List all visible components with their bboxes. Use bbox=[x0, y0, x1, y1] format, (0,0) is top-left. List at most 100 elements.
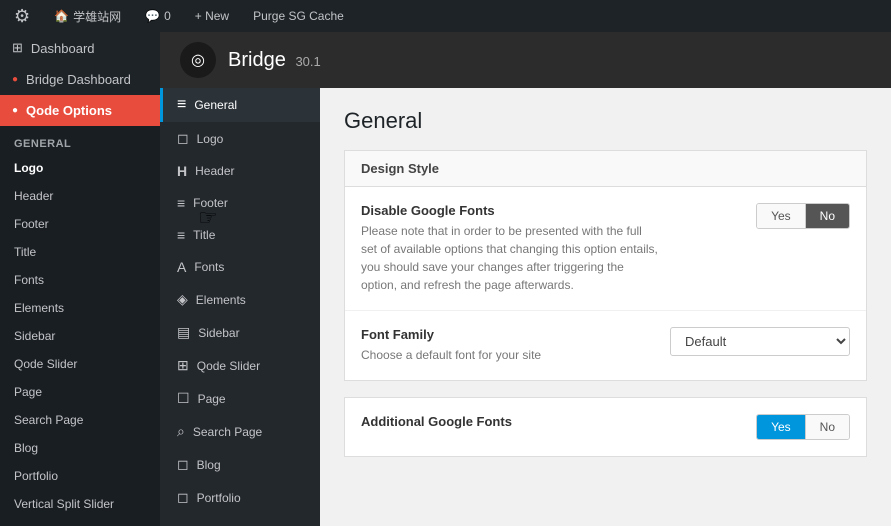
sub-nav-page[interactable]: Page bbox=[0, 378, 160, 406]
search-page-label: Search Page bbox=[14, 413, 83, 427]
bridge-header: ◎ Bridge 30.1 bbox=[160, 32, 891, 88]
disable-google-fonts-info: Disable Google Fonts Please note that in… bbox=[361, 203, 736, 294]
new-item[interactable]: + New bbox=[189, 0, 235, 32]
qode-nav-fonts[interactable]: A Fonts bbox=[160, 251, 320, 283]
site-name-label: 学雄站网 bbox=[73, 8, 121, 25]
font-family-row: Font Family Choose a default font for yo… bbox=[345, 311, 866, 380]
dashboard-label: Dashboard bbox=[31, 41, 95, 56]
additional-google-fonts-yes[interactable]: Yes bbox=[757, 415, 805, 439]
fonts-nav-icon: A bbox=[177, 259, 186, 275]
portfolio-nav-label: Portfolio bbox=[197, 491, 241, 505]
search-page-nav-label: Search Page bbox=[193, 425, 262, 439]
sub-nav-social[interactable]: Social bbox=[0, 518, 160, 526]
sub-nav-footer[interactable]: Footer bbox=[0, 210, 160, 238]
qode-nav-blog[interactable]: ◻ Blog bbox=[160, 448, 320, 481]
font-family-info: Font Family Choose a default font for yo… bbox=[361, 327, 650, 364]
page-nav-label: Page bbox=[198, 392, 226, 406]
sub-nav-elements[interactable]: Elements bbox=[0, 294, 160, 322]
additional-google-fonts-control: Yes No bbox=[756, 414, 850, 440]
bridge-logo: ◎ bbox=[180, 42, 216, 78]
font-family-label: Font Family bbox=[361, 327, 650, 342]
design-style-section: Design Style Disable Google Fonts Please… bbox=[344, 150, 867, 381]
logo-nav-label: Logo bbox=[197, 132, 224, 146]
sidebar-label: Sidebar bbox=[14, 329, 55, 343]
wp-sidebar: ⊞ Dashboard ● Bridge Dashboard ● Qode Op… bbox=[0, 32, 160, 526]
additional-google-fonts-row: Additional Google Fonts Yes No bbox=[345, 398, 866, 456]
qode-nav-footer[interactable]: ≡ Footer bbox=[160, 187, 320, 219]
main-content-body: General Design Style Disable Google Font… bbox=[320, 88, 891, 526]
disable-google-fonts-label: Disable Google Fonts bbox=[361, 203, 736, 218]
sub-nav-search-page[interactable]: Search Page bbox=[0, 406, 160, 434]
disable-google-fonts-toggle: Yes No bbox=[756, 203, 850, 229]
qode-nav-general[interactable]: ≡ General bbox=[160, 88, 320, 122]
sub-nav-title[interactable]: Title bbox=[0, 238, 160, 266]
search-page-nav-icon: ⌕ bbox=[177, 423, 185, 440]
design-style-header: Design Style bbox=[345, 151, 866, 187]
disable-google-fonts-control: Yes No bbox=[756, 203, 850, 229]
title-nav-label: Title bbox=[193, 228, 215, 242]
font-family-control: Default bbox=[670, 327, 850, 356]
qode-nav-logo[interactable]: ◻ Logo bbox=[160, 122, 320, 155]
qode-nav-portfolio[interactable]: ◻ Portfolio bbox=[160, 481, 320, 514]
home-icon: 🏠 bbox=[54, 9, 69, 23]
page-title: General bbox=[344, 108, 867, 134]
disable-google-fonts-desc: Please note that in order to be presente… bbox=[361, 222, 661, 294]
content-area: ◎ Bridge 30.1 ≡ General ◻ Logo bbox=[160, 32, 891, 526]
qode-nav-qode-slider[interactable]: ⊞ Qode Slider bbox=[160, 349, 320, 382]
additional-google-fonts-no[interactable]: No bbox=[805, 415, 849, 439]
purge-cache-item[interactable]: Purge SG Cache bbox=[247, 0, 350, 32]
sidebar-nav-label: Sidebar bbox=[198, 326, 239, 340]
portfolio-nav-icon: ◻ bbox=[177, 489, 189, 506]
general-nav-icon: ≡ bbox=[177, 96, 186, 114]
bridge-title-text: Bridge bbox=[228, 49, 286, 71]
qode-nav-elements[interactable]: ◈ Elements bbox=[160, 283, 320, 316]
qode-options-item[interactable]: ● Qode Options bbox=[0, 95, 160, 126]
dashboard-item[interactable]: ⊞ Dashboard bbox=[0, 32, 160, 64]
header-nav-icon: H bbox=[177, 163, 187, 179]
qode-options-icon: ● bbox=[12, 105, 18, 116]
additional-google-fonts-label: Additional Google Fonts bbox=[361, 414, 736, 429]
general-nav-label: General bbox=[194, 98, 237, 112]
new-label: + New bbox=[195, 9, 229, 23]
qode-nav-header[interactable]: H Header bbox=[160, 155, 320, 187]
sub-nav-qode-slider[interactable]: Qode Slider bbox=[0, 350, 160, 378]
qode-options-sidebar: ≡ General ◻ Logo H Header ≡ Footer bbox=[160, 88, 320, 526]
qode-slider-nav-label: Qode Slider bbox=[197, 359, 260, 373]
elements-label: Elements bbox=[14, 301, 64, 315]
disable-google-fonts-no[interactable]: No bbox=[805, 204, 849, 228]
sub-nav-logo[interactable]: Logo bbox=[0, 154, 160, 182]
header-nav-label: Header bbox=[195, 164, 234, 178]
page-label: Page bbox=[14, 385, 42, 399]
title-nav-icon: ≡ bbox=[177, 227, 185, 243]
qode-nav-title[interactable]: ≡ Title bbox=[160, 219, 320, 251]
qode-nav-page[interactable]: ☐ Page bbox=[160, 382, 320, 415]
blog-nav-icon: ◻ bbox=[177, 456, 189, 473]
admin-bar: ⚙ 🏠 学雄站网 💬 0 + New Purge SG Cache bbox=[0, 0, 891, 32]
logo-nav-icon: ◻ bbox=[177, 130, 189, 147]
site-name-item[interactable]: 🏠 学雄站网 bbox=[48, 0, 127, 32]
sub-nav-fonts[interactable]: Fonts bbox=[0, 266, 160, 294]
sub-nav-portfolio[interactable]: Portfolio bbox=[0, 462, 160, 490]
qode-nav-search-page[interactable]: ⌕ Search Page bbox=[160, 415, 320, 448]
comments-item[interactable]: 💬 0 bbox=[139, 0, 177, 32]
general-section-title: General bbox=[0, 126, 160, 154]
sub-nav-header[interactable]: Header bbox=[0, 182, 160, 210]
blog-label: Blog bbox=[14, 441, 38, 455]
comments-icon: 💬 bbox=[145, 9, 160, 23]
bridge-logo-icon: ◎ bbox=[191, 50, 205, 70]
sub-nav-sidebar[interactable]: Sidebar bbox=[0, 322, 160, 350]
qode-options-label: Qode Options bbox=[26, 103, 112, 118]
disable-google-fonts-yes[interactable]: Yes bbox=[757, 204, 805, 228]
wp-logo-item[interactable]: ⚙ bbox=[8, 0, 36, 32]
sidebar-nav-icon: ▤ bbox=[177, 324, 190, 341]
font-family-select[interactable]: Default bbox=[670, 327, 850, 356]
bridge-dashboard-item[interactable]: ● Bridge Dashboard bbox=[0, 64, 160, 95]
sub-nav-blog[interactable]: Blog bbox=[0, 434, 160, 462]
qode-nav-sidebar[interactable]: ▤ Sidebar bbox=[160, 316, 320, 349]
header-label: Header bbox=[14, 189, 53, 203]
blog-nav-label: Blog bbox=[197, 458, 221, 472]
sub-nav-vertical-split-slider[interactable]: Vertical Split Slider bbox=[0, 490, 160, 518]
fonts-label: Fonts bbox=[14, 273, 44, 287]
font-family-desc: Choose a default font for your site bbox=[361, 346, 650, 364]
bridge-title-area: Bridge 30.1 bbox=[228, 49, 321, 72]
